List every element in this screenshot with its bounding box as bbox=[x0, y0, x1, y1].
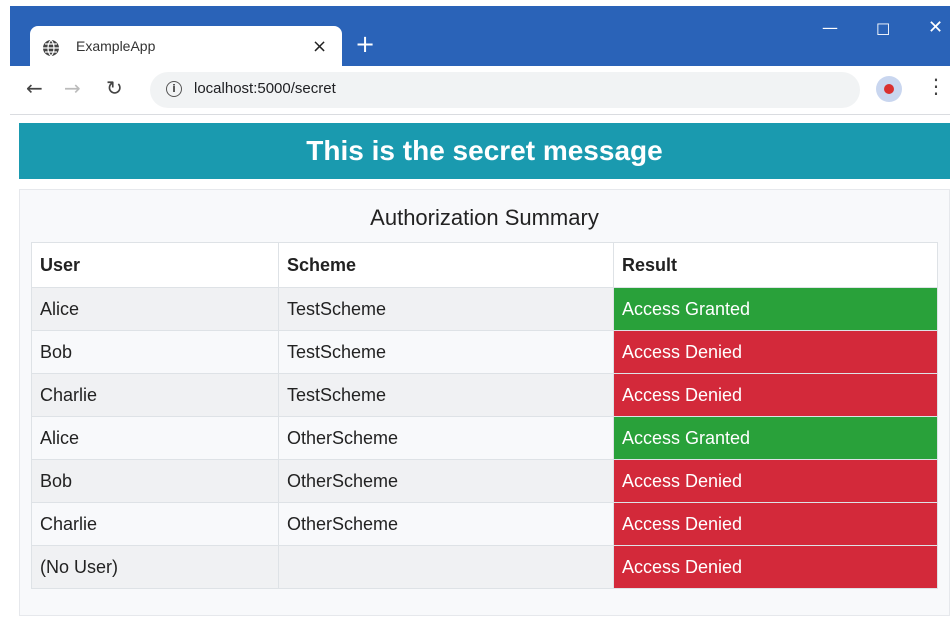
cell-result: Access Denied bbox=[613, 545, 938, 589]
card-title: Authorization Summary bbox=[370, 205, 599, 230]
reload-icon[interactable]: ↻ bbox=[106, 78, 123, 98]
table-row: Alice OtherScheme Access Granted bbox=[31, 416, 938, 460]
authorization-table: User Scheme Result Alice TestScheme Acce… bbox=[31, 242, 938, 589]
arrow-right-icon[interactable]: → bbox=[64, 78, 81, 98]
avatar-dot bbox=[884, 84, 894, 94]
cell-user: Bob bbox=[31, 459, 279, 503]
tab-title: ExampleApp bbox=[76, 38, 156, 54]
table-row: Charlie OtherScheme Access Denied bbox=[31, 502, 938, 546]
header-result: Result bbox=[613, 242, 938, 288]
cell-scheme: OtherScheme bbox=[278, 502, 614, 546]
address-bar[interactable]: i localhost:5000/secret ☆ bbox=[150, 72, 860, 108]
maximize-icon[interactable]: ☐ bbox=[876, 22, 890, 38]
cell-user: (No User) bbox=[31, 545, 279, 589]
cell-user: Bob bbox=[31, 330, 279, 374]
cell-user: Alice bbox=[31, 416, 279, 460]
kebab-menu-icon[interactable]: ⋮ bbox=[926, 76, 946, 96]
cell-scheme: TestScheme bbox=[278, 330, 614, 374]
url-text[interactable]: localhost:5000/secret bbox=[194, 80, 336, 97]
table-row: Bob OtherScheme Access Denied bbox=[31, 459, 938, 503]
header-user: User bbox=[31, 242, 279, 288]
cell-result: Access Denied bbox=[613, 373, 938, 417]
cell-scheme: TestScheme bbox=[278, 287, 614, 331]
globe-icon bbox=[43, 39, 59, 57]
cell-result: Access Denied bbox=[613, 459, 938, 503]
cell-result: Access Granted bbox=[613, 416, 938, 460]
page-content: This is the secret message Authorization… bbox=[10, 115, 950, 639]
secret-message-banner: This is the secret message bbox=[19, 123, 950, 179]
cell-result: Access Denied bbox=[613, 330, 938, 374]
authorization-card: Authorization Summary User Scheme Result… bbox=[19, 189, 950, 616]
table-row: Bob TestScheme Access Denied bbox=[31, 330, 938, 374]
cell-scheme: OtherScheme bbox=[278, 416, 614, 460]
table-header-row: User Scheme Result bbox=[31, 242, 938, 288]
minimize-icon[interactable]: — bbox=[822, 20, 838, 36]
cell-user: Alice bbox=[31, 287, 279, 331]
table-row: Alice TestScheme Access Granted bbox=[31, 287, 938, 331]
browser-toolbar: ← → ↻ i localhost:5000/secret ☆ ⋮ bbox=[10, 66, 950, 115]
arrow-left-icon[interactable]: ← bbox=[26, 78, 43, 98]
new-tab-button[interactable]: + bbox=[355, 32, 375, 56]
avatar[interactable] bbox=[876, 76, 902, 102]
cell-scheme: TestScheme bbox=[278, 373, 614, 417]
cell-user: Charlie bbox=[31, 502, 279, 546]
tab-close-icon[interactable]: × bbox=[312, 36, 327, 57]
table-row: (No User) Access Denied bbox=[31, 545, 938, 589]
info-icon[interactable]: i bbox=[166, 81, 182, 97]
cell-scheme bbox=[278, 545, 614, 589]
header-scheme: Scheme bbox=[278, 242, 614, 288]
cell-user: Charlie bbox=[31, 373, 279, 417]
cell-scheme: OtherScheme bbox=[278, 459, 614, 503]
window-close-icon[interactable]: ✕ bbox=[928, 19, 943, 37]
cell-result: Access Granted bbox=[613, 287, 938, 331]
table-row: Charlie TestScheme Access Denied bbox=[31, 373, 938, 417]
browser-titlebar: ExampleApp × + — ☐ ✕ bbox=[10, 6, 950, 72]
cell-result: Access Denied bbox=[613, 502, 938, 546]
